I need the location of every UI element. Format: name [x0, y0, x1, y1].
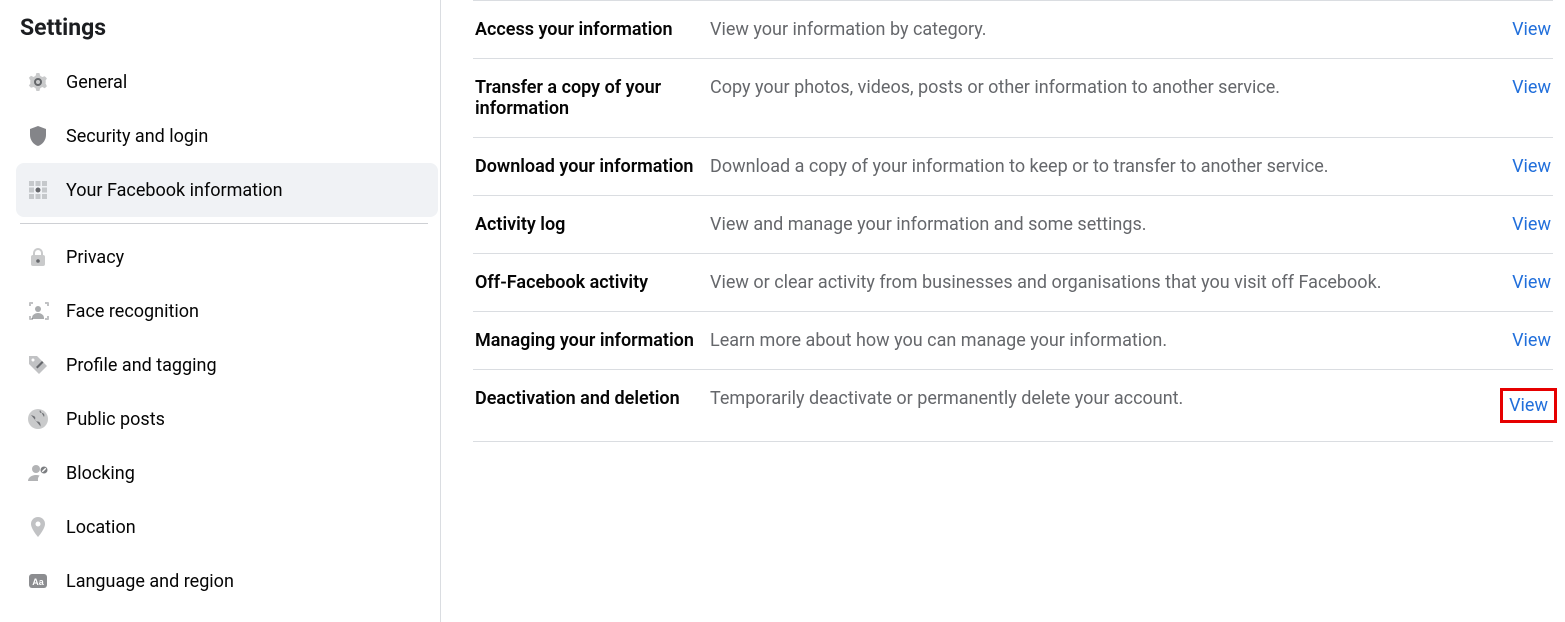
row-action: View: [1491, 214, 1551, 235]
sidebar-item-label: Your Facebook information: [66, 180, 283, 201]
sidebar: Settings General Security and login Your F…: [0, 0, 440, 622]
sidebar-item-your-facebook-information[interactable]: Your Facebook information: [16, 163, 438, 217]
shield-icon: [20, 118, 56, 154]
settings-row: Deactivation and deletionTemporarily dea…: [473, 370, 1553, 442]
sidebar-item-label: Language and region: [66, 571, 234, 592]
location-icon: [20, 509, 56, 545]
sidebar-divider: [20, 223, 428, 224]
settings-row: Download your informationDownload a copy…: [473, 138, 1553, 196]
sidebar-item-location[interactable]: Location: [16, 500, 438, 554]
sidebar-item-face-recognition[interactable]: Face recognition: [16, 284, 438, 338]
row-action: View: [1491, 272, 1551, 293]
row-title: Transfer a copy of your information: [475, 77, 710, 119]
view-link[interactable]: View: [1500, 388, 1557, 423]
grid-icon: [20, 172, 56, 208]
row-title: Off-Facebook activity: [475, 272, 710, 293]
row-action: View: [1491, 19, 1551, 40]
globe-icon: [20, 401, 56, 437]
row-description: Download a copy of your information to k…: [710, 156, 1491, 177]
page-title: Settings: [20, 14, 438, 41]
settings-row: Transfer a copy of your informationCopy …: [473, 59, 1553, 138]
view-link[interactable]: View: [1512, 156, 1551, 177]
block-icon: [20, 455, 56, 491]
row-action: View: [1491, 330, 1551, 351]
view-link[interactable]: View: [1512, 77, 1551, 98]
row-action: View: [1491, 388, 1551, 423]
view-link[interactable]: View: [1512, 272, 1551, 293]
settings-row: Managing your informationLearn more abou…: [473, 312, 1553, 370]
sidebar-item-label: Profile and tagging: [66, 355, 217, 376]
sidebar-item-public-posts[interactable]: Public posts: [16, 392, 438, 446]
sidebar-item-general[interactable]: General: [16, 55, 438, 109]
sidebar-item-blocking[interactable]: Blocking: [16, 446, 438, 500]
settings-row: Activity logView and manage your informa…: [473, 196, 1553, 254]
row-description: Learn more about how you can manage your…: [710, 330, 1491, 351]
sidebar-item-label: General: [66, 72, 127, 93]
row-title: Deactivation and deletion: [475, 388, 710, 409]
row-description: Copy your photos, videos, posts or other…: [710, 77, 1491, 98]
row-title: Managing your information: [475, 330, 710, 351]
row-title: Activity log: [475, 214, 710, 235]
sidebar-item-profile-and-tagging[interactable]: Profile and tagging: [16, 338, 438, 392]
sidebar-item-label: Face recognition: [66, 301, 199, 322]
sidebar-item-privacy[interactable]: Privacy: [16, 230, 438, 284]
view-link[interactable]: View: [1512, 330, 1551, 351]
gear-icon: [20, 64, 56, 100]
row-title: Download your information: [475, 156, 710, 177]
sidebar-list: General Security and login Your Facebook i…: [16, 55, 438, 608]
row-action: View: [1491, 77, 1551, 98]
row-description: View and manage your information and som…: [710, 214, 1491, 235]
view-link[interactable]: View: [1512, 19, 1551, 40]
sidebar-item-label: Privacy: [66, 247, 124, 268]
main-content: Access your informationView your informa…: [441, 0, 1565, 622]
lock-icon: [20, 239, 56, 275]
language-icon: [20, 563, 56, 599]
row-title: Access your information: [475, 19, 710, 40]
sidebar-item-label: Security and login: [66, 126, 208, 147]
sidebar-item-security-and-login[interactable]: Security and login: [16, 109, 438, 163]
sidebar-item-language-and-region[interactable]: Language and region: [16, 554, 438, 608]
settings-row: Access your informationView your informa…: [473, 0, 1553, 59]
row-action: View: [1491, 156, 1551, 177]
row-description: Temporarily deactivate or permanently de…: [710, 388, 1491, 409]
row-description: View or clear activity from businesses a…: [710, 272, 1491, 293]
tag-icon: [20, 347, 56, 383]
face-icon: [20, 293, 56, 329]
sidebar-item-label: Location: [66, 517, 136, 538]
sidebar-item-label: Public posts: [66, 409, 165, 430]
row-description: View your information by category.: [710, 19, 1491, 40]
view-link[interactable]: View: [1512, 214, 1551, 235]
sidebar-item-label: Blocking: [66, 463, 135, 484]
settings-row: Off-Facebook activityView or clear activ…: [473, 254, 1553, 312]
